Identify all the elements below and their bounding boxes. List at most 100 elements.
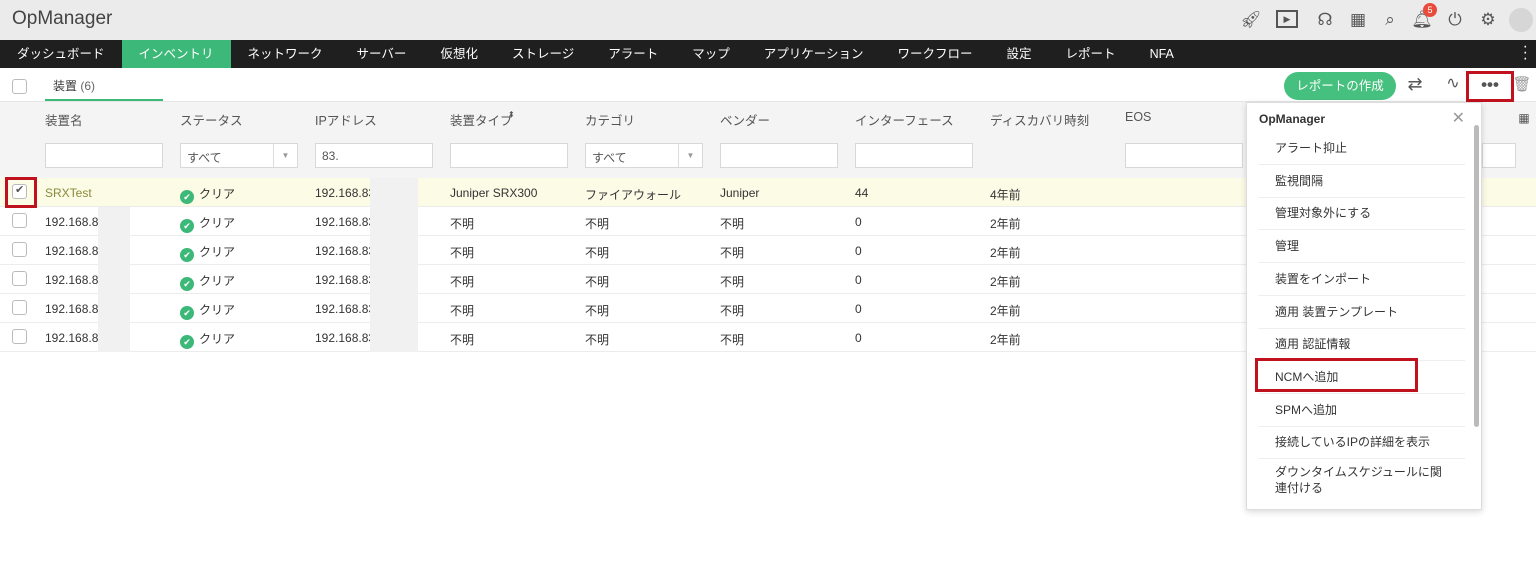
- app-logo: OpManager: [12, 8, 113, 29]
- column-header[interactable]: EOS: [1125, 110, 1151, 124]
- row-checkbox[interactable]: [12, 300, 27, 315]
- nav-item[interactable]: ワークフロー: [881, 40, 990, 68]
- cell-vendor-text: 不明: [720, 246, 745, 260]
- redaction: [370, 178, 418, 207]
- chevron-down-icon: ▼: [678, 144, 702, 167]
- nav-item[interactable]: NFA: [1133, 40, 1191, 68]
- cell-name[interactable]: 192.168.83: [45, 244, 105, 258]
- cell-discovered-text: 4年前: [990, 188, 1021, 202]
- sync-icon[interactable]: ⇄: [1404, 73, 1426, 95]
- gift-icon[interactable]: ▦: [1347, 9, 1369, 31]
- menu-item[interactable]: 管理: [1259, 230, 1465, 264]
- nav-item[interactable]: マップ: [675, 40, 747, 68]
- cell-vendor-text: 不明: [720, 275, 745, 289]
- name-filter-input[interactable]: [45, 143, 163, 168]
- select-all-checkbox[interactable]: [12, 79, 27, 94]
- rocket-icon[interactable]: 🚀︎: [1240, 9, 1262, 31]
- cell-type: 不明: [450, 244, 474, 261]
- cell-name[interactable]: 192.168.83: [45, 215, 105, 229]
- nav-item[interactable]: レポート: [1049, 40, 1133, 68]
- cell-type-text: 不明: [450, 217, 475, 231]
- menu-item[interactable]: 管理対象外にする: [1259, 197, 1465, 231]
- cell-type: 不明: [450, 302, 474, 319]
- ip-filter-value: 83.: [322, 149, 339, 163]
- create-report-button[interactable]: レポートの作成: [1284, 72, 1396, 100]
- menu-item[interactable]: 接続しているIPの詳細を表示: [1259, 426, 1465, 460]
- cell-discovered-text: 2年前: [990, 275, 1021, 289]
- status-filter-select[interactable]: すべて ▼: [180, 143, 298, 168]
- row-checkbox[interactable]: [12, 213, 27, 228]
- cell-type: Juniper SRX300: [450, 186, 537, 200]
- status-filter-value: すべて: [187, 151, 222, 165]
- trash-icon[interactable]: 🗑︎: [1511, 74, 1533, 96]
- cell-interfaces-text: 0: [855, 244, 862, 258]
- avatar[interactable]: [1509, 8, 1533, 32]
- cell-type-text: Juniper SRX300: [450, 186, 538, 200]
- cell-discovered-text: 2年前: [990, 304, 1021, 318]
- nav-item[interactable]: 設定: [990, 40, 1049, 68]
- column-header[interactable]: ステータス: [180, 110, 243, 129]
- nav-item[interactable]: 仮想化: [423, 40, 495, 68]
- vendor-filter-input[interactable]: [720, 143, 838, 168]
- column-header[interactable]: IPアドレス: [315, 110, 377, 129]
- nav-item[interactable]: ストレージ: [495, 40, 591, 68]
- plug-icon[interactable]: ⏻: [1444, 9, 1466, 31]
- cell-category-text: 不明: [585, 217, 610, 231]
- column-header[interactable]: 装置タイプ: [450, 110, 513, 129]
- menu-item[interactable]: ダウンタイムスケジュールに関連付ける: [1259, 459, 1465, 503]
- cell-category: 不明: [585, 331, 609, 348]
- cell-name[interactable]: 192.168.83: [45, 273, 105, 287]
- headset-icon[interactable]: ☊: [1314, 9, 1336, 31]
- menu-item[interactable]: 監視間隔: [1259, 165, 1465, 198]
- gear-icon[interactable]: ⚙: [1477, 9, 1499, 31]
- menu-scrollbar[interactable]: [1474, 125, 1479, 427]
- cell-ip: 192.168.83.: [315, 244, 378, 258]
- cell-name[interactable]: SRXTest: [45, 186, 92, 200]
- interface-filter-input[interactable]: [855, 143, 973, 168]
- nav-item[interactable]: アプリケーション: [747, 40, 881, 68]
- menu-item[interactable]: 適用 認証情報: [1259, 328, 1465, 362]
- main-nav: ダッシュボード インベントリ ネットワーク サーバー 仮想化 ストレージ アラート マップ アプ…: [0, 40, 1536, 68]
- cell-name[interactable]: 192.168.83: [45, 302, 105, 316]
- cell-name-text: 192.168.83: [45, 302, 106, 316]
- nav-item[interactable]: インベントリ: [121, 40, 231, 68]
- cell-discovered: 2年前: [990, 331, 1021, 348]
- menu-item[interactable]: アラート抑止: [1259, 132, 1465, 165]
- extra-filter-input[interactable]: [1482, 143, 1516, 168]
- nav-item[interactable]: サーバー: [340, 40, 424, 68]
- ip-filter-input[interactable]: 83.: [315, 143, 433, 168]
- close-icon[interactable]: ✕: [1452, 108, 1465, 128]
- row-checkbox[interactable]: [12, 271, 27, 286]
- graph-icon[interactable]: ∿: [1442, 73, 1464, 95]
- category-filter-select[interactable]: すべて ▼: [585, 143, 703, 168]
- nav-item[interactable]: ダッシュボード: [0, 40, 122, 68]
- menu-item[interactable]: 適用 装置テンプレート: [1259, 296, 1465, 329]
- cell-vendor-text: 不明: [720, 217, 745, 231]
- column-header[interactable]: インターフェース: [855, 110, 954, 129]
- cell-name[interactable]: 192.168.83: [45, 331, 105, 345]
- nav-item[interactable]: ネットワーク: [231, 40, 340, 68]
- column-header[interactable]: ディスカバリ時刻: [990, 110, 1089, 129]
- column-header[interactable]: 装置名: [45, 110, 83, 129]
- highlight-ncm: [1255, 358, 1418, 392]
- menu-item[interactable]: 装置をインポート: [1259, 263, 1465, 296]
- column-header[interactable]: ベンダー: [720, 110, 770, 129]
- column-settings-icon[interactable]: ▦: [1513, 107, 1535, 129]
- cell-vendor: 不明: [720, 273, 744, 290]
- cell-category: 不明: [585, 215, 609, 232]
- search-icon[interactable]: ⌕: [1379, 9, 1401, 31]
- presentation-icon[interactable]: ▶: [1276, 10, 1298, 28]
- type-filter-input[interactable]: [450, 143, 568, 168]
- cell-interfaces: 0: [855, 244, 862, 258]
- eos-filter-input[interactable]: [1125, 143, 1243, 168]
- nav-item[interactable]: アラート: [591, 40, 675, 68]
- cell-ip-text: 192.168.83.: [315, 215, 379, 229]
- column-header[interactable]: カテゴリ: [585, 110, 635, 129]
- tab-devices[interactable]: 装置 (6): [45, 69, 163, 101]
- more-vertical-icon[interactable]: · · ·: [1523, 39, 1528, 67]
- row-checkbox[interactable]: [12, 242, 27, 257]
- row-checkbox[interactable]: [12, 329, 27, 344]
- menu-item[interactable]: SPMへ追加: [1259, 394, 1465, 427]
- sort-icon[interactable]: ⬍: [508, 110, 515, 119]
- cell-interfaces-text: 0: [855, 302, 862, 316]
